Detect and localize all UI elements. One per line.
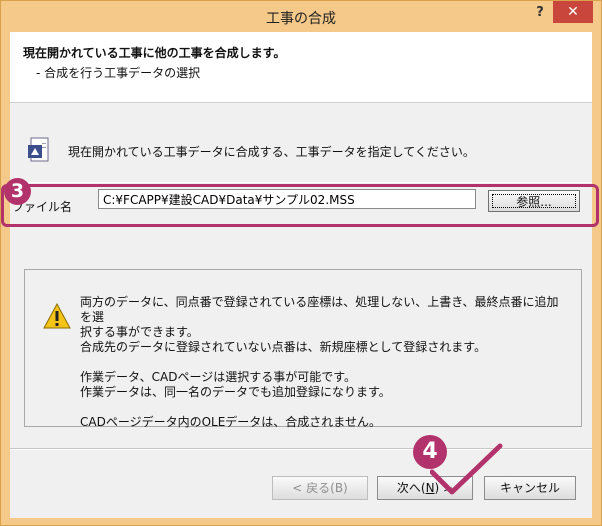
title-bar[interactable]: 工事の合成 ? ✕	[1, 1, 601, 31]
browse-button-label: 参照...	[492, 194, 576, 209]
header-subtitle: - 合成を行う工事データの選択	[36, 66, 201, 80]
next-accesskey: N	[425, 481, 435, 495]
info-paragraph: 作業データ、CADページは選択する事が可能です。 作業データは、同一名のデータで…	[80, 370, 391, 399]
help-button[interactable]: ?	[529, 3, 551, 23]
info-text: 両方のデータに、同点番で登録されている座標は、処理しない、上書き、最終点番に追加…	[80, 295, 570, 445]
cancel-button[interactable]: キャンセル	[484, 476, 576, 500]
next-button[interactable]: 次へ(N) >	[377, 476, 473, 500]
info-paragraph: 両方のデータに、同点番で登録されている座標は、処理しない、上書き、最終点番に追加…	[80, 295, 559, 354]
info-paragraph: CADページデータ内のOLEデータは、合成されません。	[80, 415, 381, 429]
next-button-suffix: ) >	[434, 481, 454, 495]
file-path-input[interactable]	[98, 189, 476, 209]
header-title: 現在開かれている工事に他の工事を合成します。	[23, 46, 286, 60]
step4-badge: 4	[413, 435, 447, 469]
info-box: 両方のデータに、同点番で登録されている座標は、処理しない、上書き、最終点番に追加…	[24, 269, 582, 429]
footer-separator	[10, 448, 592, 450]
back-button[interactable]: < 戻る(B)	[272, 476, 368, 500]
wizard-header: 現在開かれている工事に他の工事を合成します。 - 合成を行う工事データの選択	[10, 32, 592, 103]
browse-button[interactable]: 参照...	[488, 190, 580, 212]
next-button-label: 次へ(	[396, 481, 426, 495]
close-button[interactable]: ✕	[553, 1, 593, 23]
instruction-text: 現在開かれている工事データに合成する、工事データを指定してください。	[68, 145, 475, 159]
document-icon	[28, 137, 50, 163]
dialog-window: 工事の合成 ? ✕ 現在開かれている工事に他の工事を合成します。 - 合成を行う…	[0, 0, 602, 526]
step3-badge: 3	[4, 178, 31, 205]
file-row: ファイル名 参照...	[10, 182, 592, 223]
dialog-body: 現在開かれている工事に他の工事を合成します。 - 合成を行う工事データの選択 現…	[1, 32, 599, 518]
warning-icon	[43, 302, 71, 329]
window-title: 工事の合成	[266, 11, 336, 27]
